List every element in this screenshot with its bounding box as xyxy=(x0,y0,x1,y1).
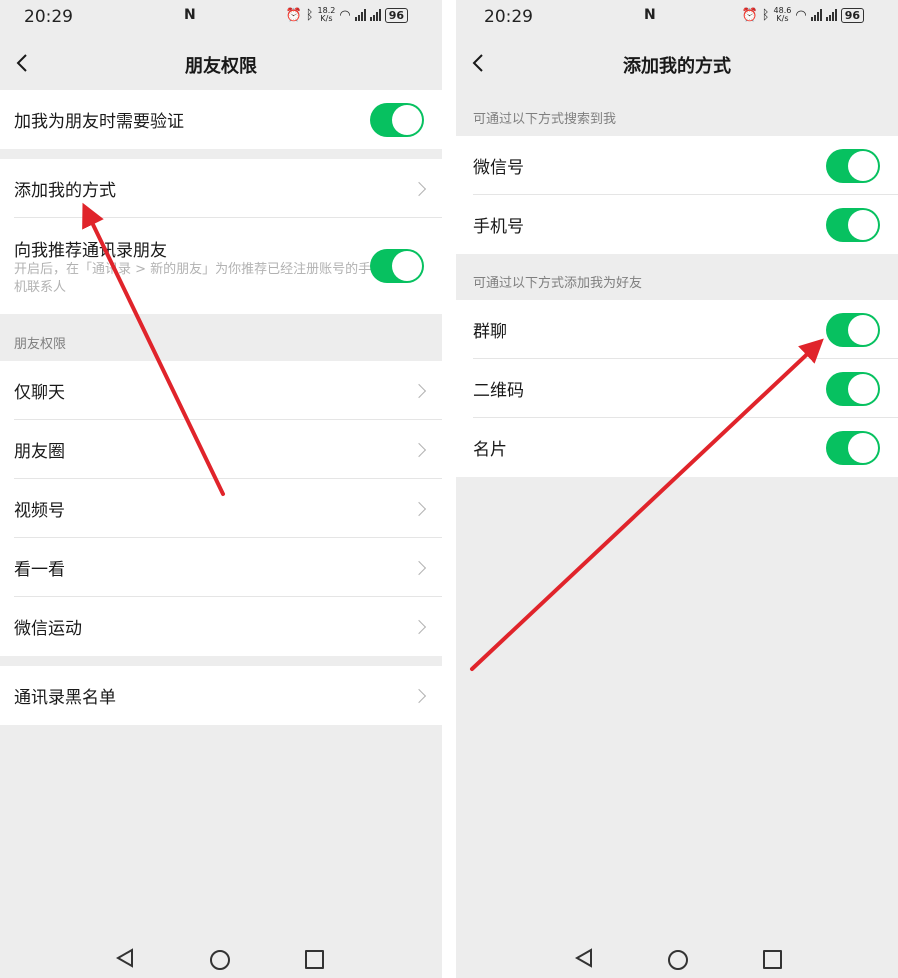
search-row-phone: 手机号 xyxy=(456,195,898,254)
qr-code-toggle[interactable] xyxy=(826,371,880,406)
group-chat-toggle[interactable] xyxy=(826,312,880,347)
add-group: 群聊 二维码 名片 xyxy=(456,300,898,477)
chevron-right-icon xyxy=(411,181,427,196)
section-label-permissions: 朋友权限 xyxy=(14,337,67,352)
status-bar: 20:29 N ⏰ ᛒ 48.6 K/s ◠ 96 xyxy=(456,0,898,34)
blacklist-row[interactable]: 通讯录黑名单 xyxy=(0,666,442,725)
nfc-icon: N xyxy=(184,7,196,23)
battery-icon: 96 xyxy=(384,7,408,23)
permissions-group: 仅聊天 朋友圈 视频号 看一看 微信运动 xyxy=(0,361,442,656)
chevron-right-icon xyxy=(411,560,427,575)
page-title: 添加我的方式 xyxy=(623,56,731,77)
chevron-right-icon xyxy=(411,442,427,457)
alarm-icon: ⏰ xyxy=(285,7,302,23)
phone-toggle[interactable] xyxy=(826,207,880,242)
section-label-add: 可通过以下方式添加我为好友 xyxy=(473,276,643,291)
system-nav-bar xyxy=(0,938,442,978)
verify-toggle[interactable] xyxy=(370,102,424,137)
nav-home-icon[interactable] xyxy=(210,950,230,970)
permission-row[interactable]: 朋友圈 xyxy=(0,420,442,479)
section-label-search: 可通过以下方式搜索到我 xyxy=(473,112,617,127)
network-speed: 18.2 K/s xyxy=(317,6,336,23)
signal-icon xyxy=(810,9,822,21)
verify-row: 加我为朋友时需要验证 xyxy=(0,90,442,149)
signal-icon xyxy=(354,9,366,21)
search-row-wechat-id: 微信号 xyxy=(456,136,898,195)
nav-back-icon[interactable] xyxy=(574,948,594,968)
bluetooth-icon: ᛒ xyxy=(305,7,314,23)
signal-icon xyxy=(369,9,381,21)
permission-row[interactable]: 微信运动 xyxy=(0,597,442,656)
recommend-row: 向我推荐通讯录朋友 开启后，在「通讯录 > 新的朋友」为你推荐已经注册账号的手机… xyxy=(0,218,442,314)
search-group: 微信号 手机号 xyxy=(456,136,898,254)
nav-bar: 朋友权限 xyxy=(0,36,442,90)
nav-home-icon[interactable] xyxy=(668,950,688,970)
status-time: 20:29 xyxy=(484,7,533,27)
add-row-qr-code: 二维码 xyxy=(456,359,898,418)
chevron-right-icon xyxy=(411,688,427,703)
blacklist-group: 通讯录黑名单 xyxy=(0,666,442,725)
chevron-right-icon xyxy=(411,383,427,398)
nfc-icon: N xyxy=(644,7,656,23)
nav-back-icon[interactable] xyxy=(115,948,135,968)
business-card-toggle[interactable] xyxy=(826,430,880,465)
permission-row[interactable]: 看一看 xyxy=(0,538,442,597)
battery-icon: 96 xyxy=(840,7,864,23)
right-screen: 20:29 N ⏰ ᛒ 48.6 K/s ◠ 96 添加我的方式 可通过以下方式搜… xyxy=(456,0,898,978)
signal-icon xyxy=(825,9,837,21)
permission-row[interactable]: 视频号 xyxy=(0,479,442,538)
bluetooth-icon: ᛒ xyxy=(761,7,770,23)
page-title: 朋友权限 xyxy=(185,56,257,77)
permission-row[interactable]: 仅聊天 xyxy=(0,361,442,420)
nav-recent-icon[interactable] xyxy=(763,950,782,969)
chevron-right-icon xyxy=(411,501,427,516)
recommend-description: 开启后，在「通讯录 > 新的朋友」为你推荐已经注册账号的手机联系人 xyxy=(14,262,372,295)
system-nav-bar xyxy=(456,938,898,978)
nav-bar: 添加我的方式 xyxy=(456,36,898,90)
status-time: 20:29 xyxy=(24,7,73,27)
wifi-icon: ◠ xyxy=(339,7,351,23)
alarm-icon: ⏰ xyxy=(741,7,758,23)
add-row-group-chat: 群聊 xyxy=(456,300,898,359)
add-method-group: 添加我的方式 向我推荐通讯录朋友 开启后，在「通讯录 > 新的朋友」为你推荐已经… xyxy=(0,159,442,314)
network-speed: 48.6 K/s xyxy=(773,6,792,23)
recommend-toggle[interactable] xyxy=(370,249,424,283)
wifi-icon: ◠ xyxy=(795,7,807,23)
left-screen: 20:29 N ⏰ ᛒ 18.2 K/s ◠ 96 朋友权限 加我为朋友时需要验证… xyxy=(0,0,442,978)
verify-group: 加我为朋友时需要验证 xyxy=(0,90,442,149)
add-row-business-card: 名片 xyxy=(456,418,898,477)
wechat-id-toggle[interactable] xyxy=(826,148,880,183)
chevron-right-icon xyxy=(411,619,427,634)
add-method-row[interactable]: 添加我的方式 xyxy=(0,159,442,218)
nav-recent-icon[interactable] xyxy=(305,950,324,969)
add-method-label: 添加我的方式 xyxy=(14,181,116,201)
verify-label: 加我为朋友时需要验证 xyxy=(14,112,184,132)
recommend-label: 向我推荐通讯录朋友 xyxy=(14,241,167,261)
status-bar: 20:29 N ⏰ ᛒ 18.2 K/s ◠ 96 xyxy=(0,0,442,34)
